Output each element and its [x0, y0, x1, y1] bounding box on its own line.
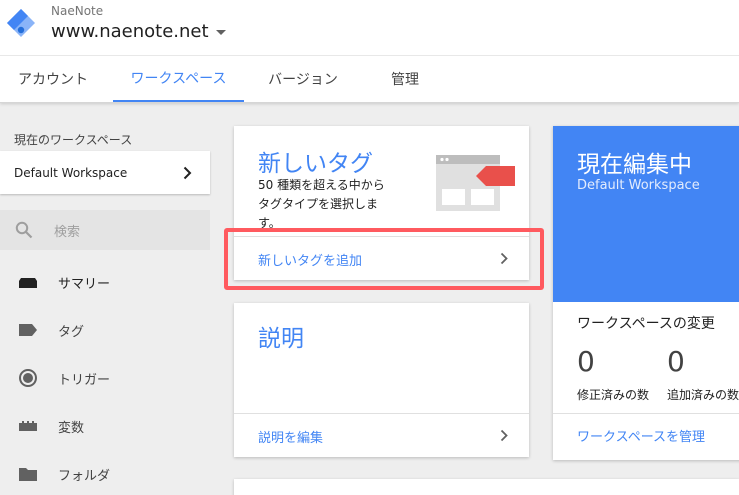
modified-label: 修正済みの数: [577, 388, 650, 402]
new-tag-description: 50 種類を超える中から タグタイプを選択しま す。: [258, 176, 385, 233]
sidebar-item-label: サマリー: [58, 277, 111, 292]
description-card: 説明 説明を編集: [234, 303, 529, 457]
new-tag-title: 新しいタグ: [258, 151, 373, 177]
edit-description-link[interactable]: 説明を編集: [234, 414, 529, 457]
sidebar-item-label: タグ: [58, 325, 85, 340]
sidebar-item-label: トリガー: [58, 373, 111, 388]
account-name: NaeNote: [51, 4, 104, 18]
editing-title: 現在編集中: [577, 152, 692, 178]
editing-workspace-name: Default Workspace: [577, 178, 700, 193]
sidebar-item-label: 変数: [58, 421, 85, 436]
sidebar-item-triggers[interactable]: トリガー: [0, 358, 210, 398]
manage-workspaces-link[interactable]: ワークスペースを管理: [577, 426, 705, 445]
sidebar-item-tags[interactable]: タグ: [0, 310, 210, 350]
tag-illustration-icon: [436, 155, 515, 211]
chevron-right-icon: [183, 166, 192, 180]
tag-manager-logo-icon[interactable]: [6, 8, 36, 38]
current-editing-card: 現在編集中 Default Workspace ワークスペースの変更 0 0 修…: [553, 126, 739, 460]
search-icon: [15, 221, 33, 239]
search-input[interactable]: 検索: [0, 210, 210, 250]
sidebar-item-overview[interactable]: サマリー: [0, 262, 210, 302]
search-placeholder: 検索: [54, 225, 81, 240]
trigger-icon: [19, 369, 37, 387]
description-line: タグタイプを選択しま: [258, 197, 379, 211]
added-count: 0: [667, 345, 685, 378]
edit-description-label: 説明を編集: [258, 431, 324, 446]
sidebar-item-label: フォルダ: [58, 469, 111, 484]
highlight-box: [224, 228, 544, 290]
dropdown-caret-icon: [215, 30, 226, 35]
divider: [553, 413, 739, 414]
workspace-selector[interactable]: Default Workspace: [0, 151, 210, 194]
overview-icon: [19, 278, 37, 288]
folder-icon: [19, 468, 37, 481]
description-line: 50 種類を超える中から: [258, 178, 385, 192]
description-title: 説明: [258, 326, 304, 352]
modified-count: 0: [577, 345, 595, 378]
editing-header: 現在編集中 Default Workspace: [553, 126, 739, 302]
bottom-card: [234, 479, 739, 495]
tab-account[interactable]: アカウント: [0, 56, 106, 102]
current-workspace-heading: 現在のワークスペース: [14, 133, 133, 147]
variables-icon: [19, 421, 37, 431]
added-label: 追加済みの数: [667, 388, 739, 402]
container-selector[interactable]: www.naenote.net: [51, 21, 226, 42]
top-bar: NaeNote www.naenote.net アカウント ワークスペース バー…: [0, 0, 739, 103]
container-name: www.naenote.net: [51, 21, 209, 42]
tab-admin[interactable]: 管理: [362, 56, 448, 102]
tab-versions[interactable]: バージョン: [252, 56, 354, 102]
tab-workspace[interactable]: ワークスペース: [113, 56, 244, 102]
workspace-name: Default Workspace: [14, 165, 128, 180]
chevron-right-icon: [500, 429, 508, 442]
sidebar-item-variables[interactable]: 変数: [0, 406, 210, 446]
workspace-changes-title: ワークスペースの変更: [577, 316, 715, 332]
sidebar-item-folders[interactable]: フォルダ: [0, 454, 210, 494]
tag-icon: [19, 324, 37, 336]
